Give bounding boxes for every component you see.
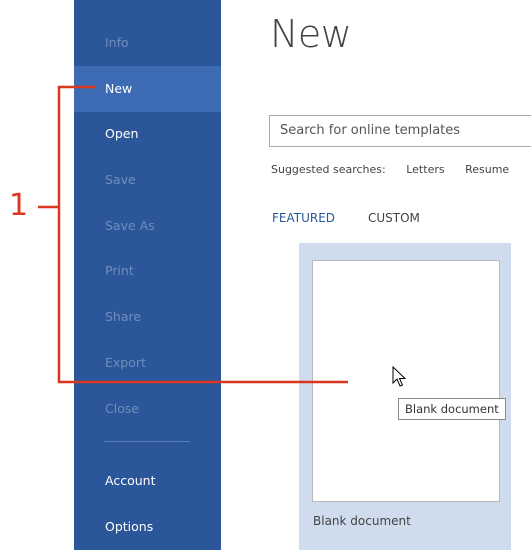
tooltip: Blank document <box>398 398 506 420</box>
callout-number: 1 <box>9 188 29 223</box>
callout-bracket <box>38 85 348 384</box>
mouse-pointer-icon <box>392 366 407 387</box>
